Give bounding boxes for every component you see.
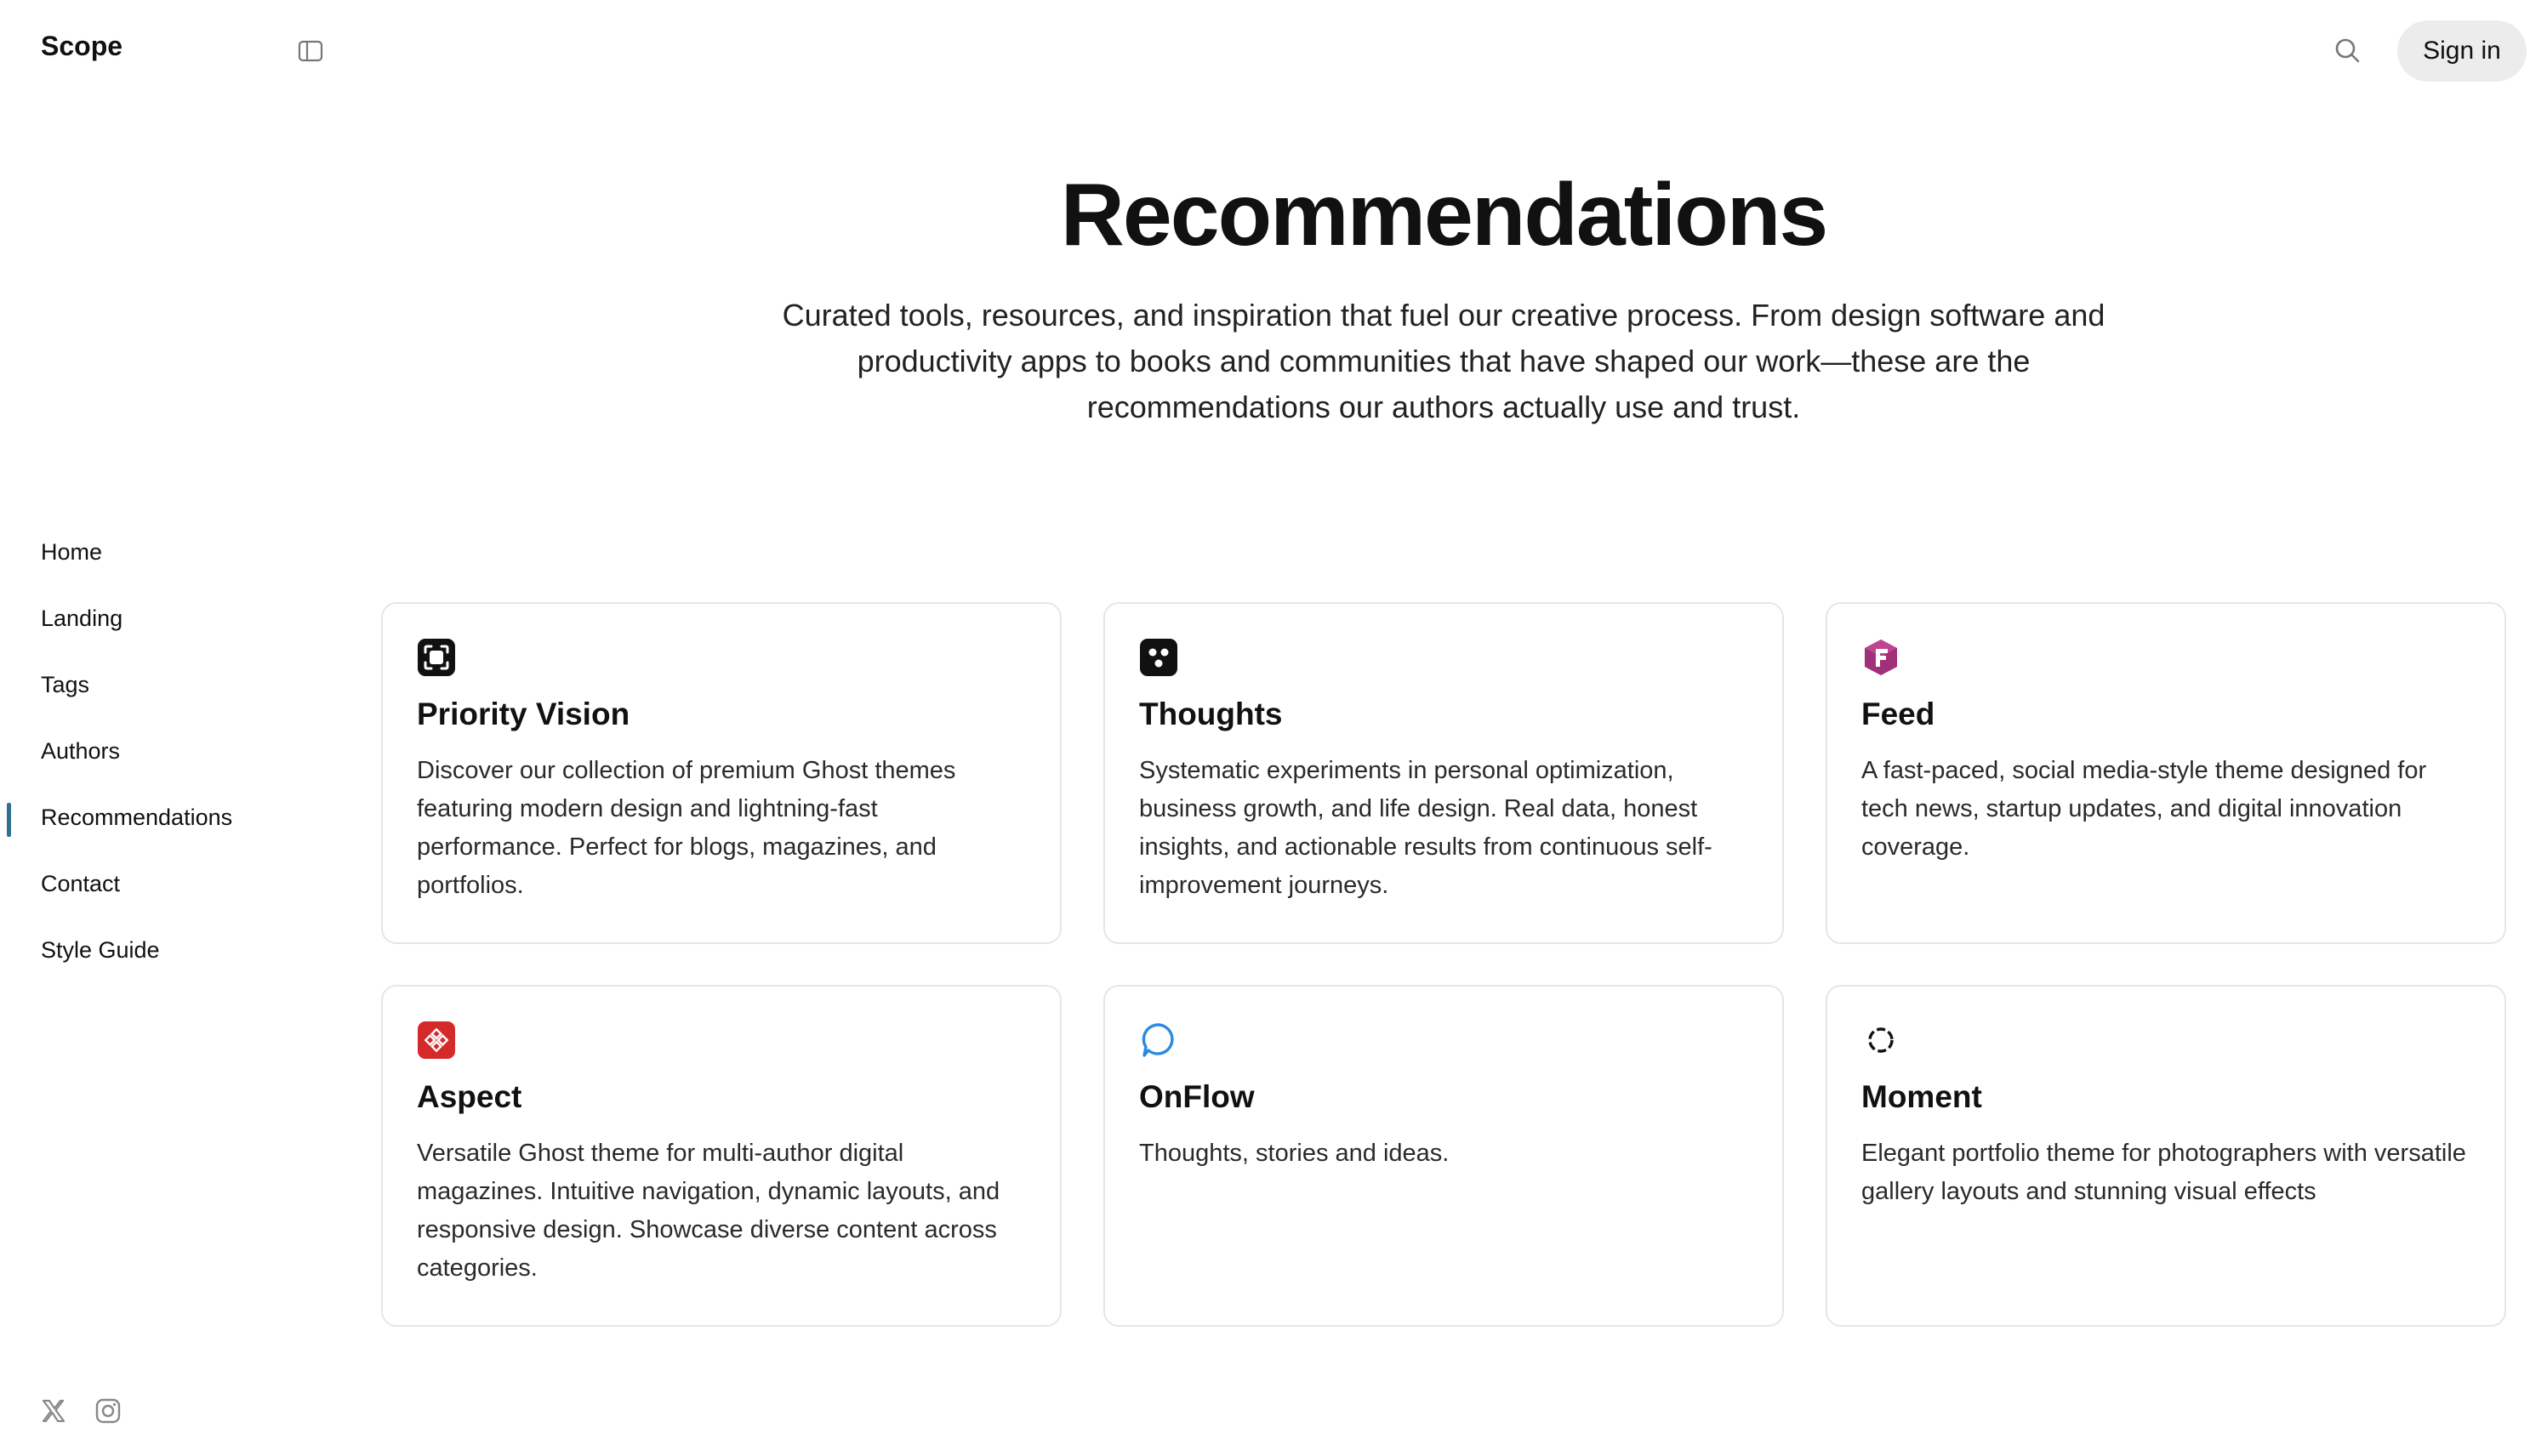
recommendation-card-moment[interactable]: Moment Elegant portfolio theme for photo… xyxy=(1826,985,2506,1327)
sidebar-item-authors[interactable]: Authors xyxy=(0,718,323,784)
card-title: Thoughts xyxy=(1139,697,1283,731)
card-title: OnFlow xyxy=(1139,1079,1255,1114)
sign-in-button[interactable]: Sign in xyxy=(2397,20,2527,82)
sidebar-item-landing[interactable]: Landing xyxy=(0,585,323,651)
recommendation-card-onflow[interactable]: OnFlow Thoughts, stories and ideas. xyxy=(1103,985,1784,1327)
card-description: Elegant portfolio theme for photographer… xyxy=(1861,1140,2466,1206)
recommendation-card-aspect[interactable]: Aspect Versatile Ghost theme for multi-a… xyxy=(381,985,1062,1327)
sidebar-item-contact[interactable]: Contact xyxy=(0,850,323,917)
sidebar-toggle-icon[interactable] xyxy=(298,39,323,63)
feed-logo-icon xyxy=(1861,638,1900,677)
sidebar-item-tags[interactable]: Tags xyxy=(0,651,323,718)
site-brand[interactable]: Scope xyxy=(41,31,123,62)
card-title: Moment xyxy=(1861,1079,1982,1114)
sidebar-item-style-guide[interactable]: Style Guide xyxy=(0,917,323,983)
sidebar-item-home[interactable]: Home xyxy=(0,519,323,585)
card-title: Priority Vision xyxy=(417,697,630,731)
x-icon[interactable] xyxy=(39,1396,68,1425)
recommendations-grid: Priority Vision Discover our collection … xyxy=(381,602,2506,1327)
aspect-logo-icon xyxy=(417,1021,456,1060)
thoughts-logo-icon xyxy=(1139,638,1178,677)
card-description: A fast-paced, social media-style theme d… xyxy=(1861,757,2427,862)
card-description: Thoughts, stories and ideas. xyxy=(1139,1140,1450,1168)
card-description: Systematic experiments in personal optim… xyxy=(1139,757,1712,900)
sidebar-nav: Home Landing Tags Authors Recommendation… xyxy=(0,519,323,983)
onflow-logo-icon xyxy=(1139,1021,1178,1060)
instagram-icon[interactable] xyxy=(94,1396,123,1425)
card-description: Versatile Ghost theme for multi-author d… xyxy=(417,1140,1000,1283)
search-icon[interactable] xyxy=(2331,34,2365,68)
moment-logo-icon xyxy=(1861,1021,1900,1060)
sidebar-item-recommendations[interactable]: Recommendations xyxy=(0,784,323,850)
page-subtitle: Curated tools, resources, and inspiratio… xyxy=(782,298,2105,424)
card-title: Feed xyxy=(1861,697,1935,731)
recommendation-card-feed[interactable]: Feed A fast-paced, social media-style th… xyxy=(1826,602,2506,944)
priority-vision-logo-icon xyxy=(417,638,456,677)
recommendation-card-thoughts[interactable]: Thoughts Systematic experiments in perso… xyxy=(1103,602,1784,944)
recommendation-card-priority-vision[interactable]: Priority Vision Discover our collection … xyxy=(381,602,1062,944)
social-links xyxy=(39,1396,123,1425)
card-title: Aspect xyxy=(417,1079,522,1114)
card-description: Discover our collection of premium Ghost… xyxy=(417,757,956,900)
page-title: Recommendations xyxy=(1060,166,1828,264)
